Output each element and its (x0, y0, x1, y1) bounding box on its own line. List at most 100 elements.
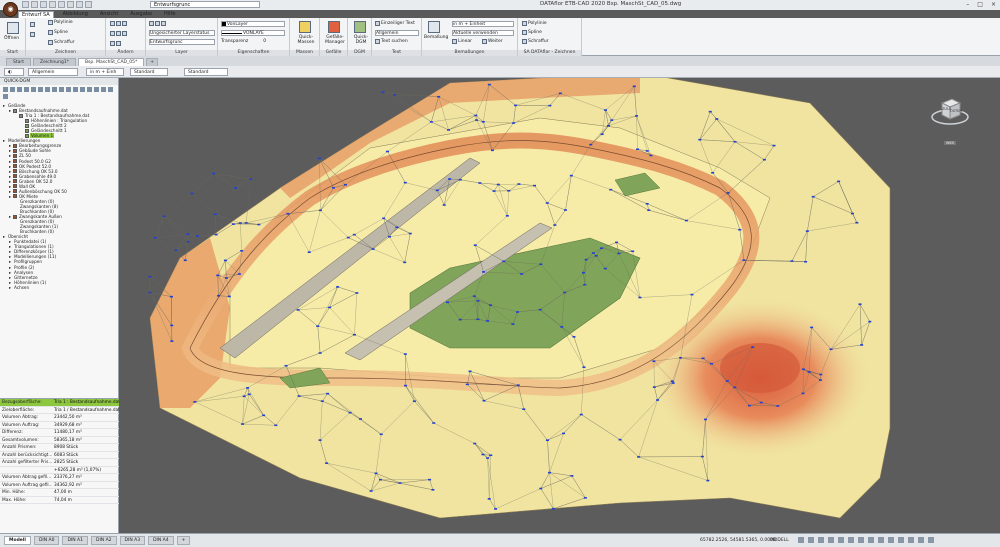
model-viewport[interactable]: OSTEN ZULS WKS (120, 78, 1000, 533)
tab-hilfe[interactable]: Hilfe (161, 11, 178, 17)
polyline-button[interactable]: Polylinie (48, 20, 73, 25)
quick-dgm-icon[interactable] (354, 21, 366, 33)
maximize-icon[interactable]: □ (977, 1, 983, 8)
current-layer-select[interactable]: Entwurfsgrunc (149, 39, 215, 45)
tree-node[interactable]: ▸ Achsen (0, 285, 119, 290)
circle-button[interactable] (30, 32, 35, 37)
profile-icon[interactable] (80, 87, 85, 92)
workspace-icon[interactable] (888, 537, 894, 543)
tab-ausgabe[interactable]: Ausgabe (127, 11, 155, 17)
hatch-button[interactable]: Schraffur (48, 40, 75, 45)
isolate-icon[interactable] (898, 537, 904, 543)
customize-icon[interactable] (928, 537, 934, 543)
analysis-icon[interactable] (87, 87, 92, 92)
minimize-icon[interactable]: – (966, 1, 969, 8)
prop-unit-select[interactable]: in m + Einh (86, 68, 124, 76)
sa-hatch-button[interactable]: Schraffur (522, 39, 549, 44)
axis-icon[interactable] (94, 87, 99, 92)
text-style-select[interactable]: Allgemein (375, 30, 419, 36)
snap-toggle-icon[interactable] (808, 537, 814, 543)
layout-tab-a4[interactable]: DIN A4 (148, 536, 174, 545)
save-icon[interactable] (40, 1, 47, 8)
refresh-icon[interactable] (45, 87, 50, 92)
continue-dimension-button[interactable]: Weiter (482, 39, 503, 44)
open-button[interactable]: Öffnen (4, 36, 19, 41)
delete-icon[interactable] (52, 87, 57, 92)
trim-button[interactable] (110, 31, 127, 36)
quick-massen-button[interactable]: Quick-Massen (293, 35, 319, 45)
new-tab-button[interactable]: + (146, 58, 158, 66)
quick-dgm-button[interactable]: Quick-DGM (350, 35, 372, 45)
doctab-current[interactable]: Bsp. MaschSt_CAD_05* (77, 58, 145, 66)
viewcube[interactable]: OSTEN ZULS WKS (930, 93, 970, 145)
clean-screen-icon[interactable] (918, 537, 924, 543)
doctab-start[interactable]: Start (6, 58, 31, 66)
bemassung-button[interactable]: Bemaßung (424, 35, 448, 40)
quick-mass-icon[interactable] (299, 21, 311, 33)
new-icon[interactable] (22, 1, 29, 8)
undo-icon[interactable] (58, 1, 65, 8)
layout-tab-a0[interactable]: DIN A0 (33, 536, 60, 545)
redo-icon[interactable] (67, 1, 74, 8)
layer-state-select[interactable]: Ungesicherter Layerstatus (149, 30, 215, 36)
tab-entwurf-sa[interactable]: Entwurf SA (18, 10, 54, 18)
pan-icon[interactable] (85, 1, 92, 8)
move-button[interactable] (110, 21, 127, 26)
dimension-unit-select[interactable]: in m + Einheit (452, 21, 514, 27)
layout-tab-a3[interactable]: DIN A3 (119, 536, 146, 545)
close-icon[interactable]: × (991, 1, 996, 8)
linear-dimension-button[interactable]: Linear (452, 39, 472, 44)
layer-icon[interactable] (66, 87, 71, 92)
open-folder-icon[interactable] (7, 22, 19, 34)
osnap-toggle-icon[interactable] (838, 537, 844, 543)
color-select[interactable]: VonLayer (221, 21, 285, 27)
prop-style1-select[interactable]: Standard (130, 68, 168, 76)
print-icon[interactable] (49, 1, 56, 8)
space-mode[interactable]: MODELL (770, 538, 789, 543)
layout-tab-a1[interactable]: DIN A1 (62, 536, 88, 545)
transparency-toggle-icon[interactable] (868, 537, 874, 543)
spline-button[interactable]: Spline (48, 30, 68, 35)
volume-icon[interactable] (24, 87, 29, 92)
section-icon[interactable] (31, 87, 36, 92)
point-icon[interactable] (101, 87, 106, 92)
layout-tab-model[interactable]: Modell (4, 536, 31, 545)
tab-abbildung[interactable]: Abbildung (60, 11, 91, 17)
polar-toggle-icon[interactable] (828, 537, 834, 543)
triangulate-icon[interactable] (17, 87, 22, 92)
app-menu-logo-icon[interactable]: ◉ (3, 2, 18, 17)
layout-tab-a2[interactable]: DIN A2 (91, 536, 117, 545)
grid-icon[interactable] (73, 87, 78, 92)
check-icon[interactable] (59, 87, 64, 92)
linetype-select[interactable]: VONLAYE (221, 30, 285, 36)
otrack-toggle-icon[interactable] (848, 537, 854, 543)
open-icon[interactable] (31, 1, 38, 8)
ortho-toggle-icon[interactable] (818, 537, 824, 543)
dimension-layer-select[interactable]: Aktuelle verwenden (452, 30, 514, 36)
sa-polyline-button[interactable]: Polylinie (522, 21, 547, 26)
new-dgm-icon[interactable] (3, 87, 8, 92)
doctab-zeichnung1[interactable]: Zeichnung1* (33, 58, 76, 66)
erase-button[interactable] (110, 41, 121, 46)
grid-toggle-icon[interactable] (798, 537, 804, 543)
text-search-button[interactable]: Text suchen (375, 39, 408, 44)
gefaelle-manager-button[interactable]: Gefälle-Manager (322, 35, 348, 45)
layer-visibility-toggle[interactable]: ◐ (4, 68, 24, 76)
wcs-menu[interactable]: WKS (944, 141, 956, 145)
quick-layer-combo[interactable]: Entwurfsgrunc (150, 1, 260, 8)
lineweight-toggle-icon[interactable] (858, 537, 864, 543)
line-button[interactable] (30, 22, 35, 27)
annotation-scale-icon[interactable] (878, 537, 884, 543)
sa-spline-button[interactable]: Spline (522, 30, 542, 35)
settings-icon[interactable] (3, 94, 8, 99)
tab-ansicht[interactable]: Ansicht (97, 11, 121, 17)
plot-icon[interactable] (76, 1, 83, 8)
single-line-text-button[interactable]: Einzeiliger Text (375, 21, 415, 26)
contour-icon[interactable] (38, 87, 43, 92)
dimension-icon[interactable] (428, 21, 440, 33)
add-layout-button[interactable]: + (176, 536, 191, 545)
prop-layer-select[interactable]: Allgemein (28, 68, 78, 76)
layer-tools[interactable] (149, 21, 166, 26)
prop-style2-select[interactable]: Standard (184, 68, 228, 76)
edit-icon[interactable] (108, 87, 113, 92)
